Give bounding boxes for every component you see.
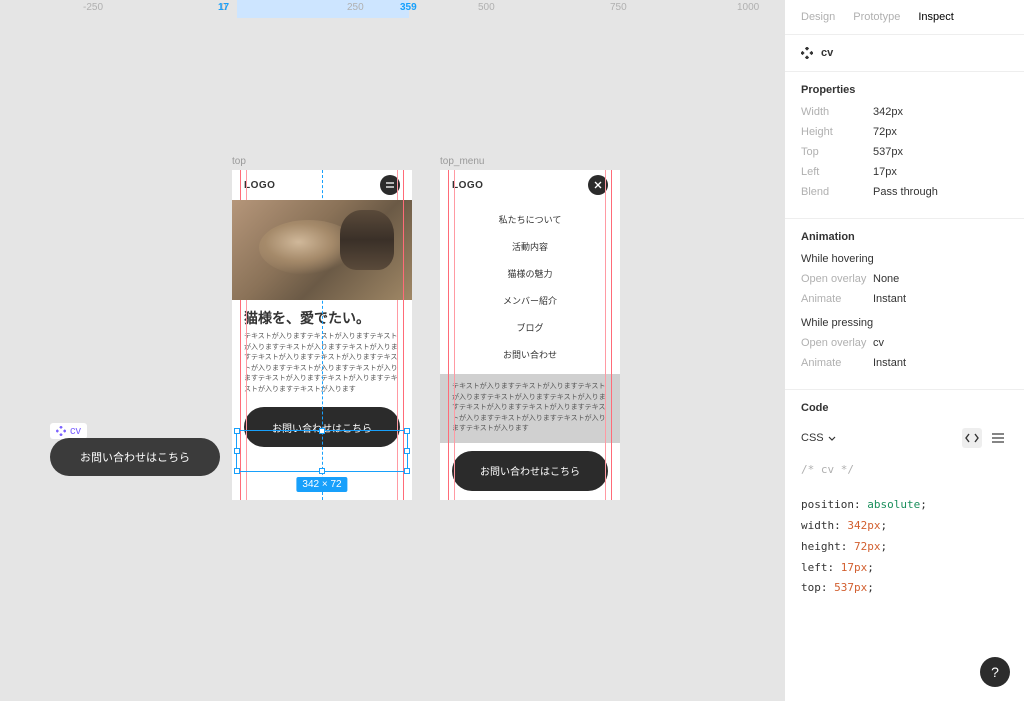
ruler: -250 0 250 500 750 1000 17 359: [0, 0, 784, 18]
animation-subheading: While pressing: [801, 317, 1008, 329]
frame-label[interactable]: top_menu: [440, 156, 484, 167]
section-heading: Code: [801, 402, 1008, 414]
tab-prototype[interactable]: Prototype: [853, 11, 900, 23]
code-lang-value: CSS: [801, 432, 824, 444]
component-label-text: cv: [70, 425, 81, 437]
code-line: position: absolute;: [801, 495, 1008, 516]
menu-item[interactable]: 猫様の魅力: [440, 260, 620, 287]
code-lang-dropdown[interactable]: CSS: [801, 432, 836, 444]
ruler-mark: 250: [347, 2, 364, 13]
code-block[interactable]: /* cv */ position: absolute; width: 342p…: [801, 460, 1008, 599]
prop-key: Open overlay: [801, 337, 873, 349]
cta-label: お問い合わせはこちら: [480, 463, 580, 478]
ruler-mark: 500: [478, 2, 495, 13]
code-view-icon[interactable]: [962, 428, 982, 448]
prop-key: Top: [801, 146, 873, 158]
prop-value[interactable]: None: [873, 273, 899, 285]
frame-top-menu[interactable]: LOGO 私たちについて 活動内容 猫様の魅力 メンバー紹介 ブログ お問い合わ…: [440, 170, 620, 500]
prop-value: Instant: [873, 357, 906, 369]
ruler-mark: 750: [610, 2, 627, 13]
ruler-selection-range: [237, 0, 409, 18]
selection-size-label: 342 × 72: [296, 477, 347, 492]
code-line: height: 72px;: [801, 537, 1008, 558]
menu-list: 私たちについて 活動内容 猫様の魅力 メンバー紹介 ブログ お問い合わせ: [440, 200, 620, 374]
menu-item[interactable]: 活動内容: [440, 233, 620, 260]
component-label[interactable]: cv: [50, 423, 87, 439]
selection-outline[interactable]: 342 × 72: [236, 430, 408, 472]
code-line: left: 17px;: [801, 558, 1008, 579]
prop-value: 342px: [873, 106, 903, 118]
body-text: テキストが入りますテキストが入りますテキストが入りますテキストが入りますテキスト…: [440, 374, 620, 443]
menu-item[interactable]: 私たちについて: [440, 206, 620, 233]
menu-item[interactable]: メンバー紹介: [440, 287, 620, 314]
chevron-down-icon: [828, 436, 836, 441]
ruler-mark: 1000: [737, 2, 759, 13]
animation-subheading: While hovering: [801, 253, 1008, 265]
selected-component-header: cv: [785, 35, 1024, 72]
frame-label[interactable]: top: [232, 156, 246, 167]
panel-tabs: Design Prototype Inspect: [785, 0, 1024, 35]
selected-component-name: cv: [821, 47, 833, 59]
prop-key: Width: [801, 106, 873, 118]
component-icon: [56, 426, 66, 436]
prop-key: Height: [801, 126, 873, 138]
help-icon: ?: [991, 664, 999, 680]
prop-value: Instant: [873, 293, 906, 305]
prop-value: Pass through: [873, 186, 938, 198]
cta-button[interactable]: お問い合わせはこちら: [452, 451, 608, 491]
code-line: top: 537px;: [801, 578, 1008, 599]
menu-item[interactable]: ブログ: [440, 314, 620, 341]
component-icon: [801, 47, 813, 59]
logo-text: LOGO: [244, 180, 275, 191]
menu-item[interactable]: お問い合わせ: [440, 341, 620, 368]
logo-text: LOGO: [452, 180, 483, 191]
ruler-guide-value: 359: [400, 2, 417, 13]
ruler-mark: -250: [83, 2, 103, 13]
prop-value: 72px: [873, 126, 897, 138]
cta-text: お問い合わせはこちら: [80, 449, 190, 465]
tab-design[interactable]: Design: [801, 11, 835, 23]
section-heading: Animation: [801, 231, 1008, 243]
section-heading: Properties: [801, 84, 1008, 96]
help-button[interactable]: ?: [980, 657, 1010, 687]
prop-key: Animate: [801, 293, 873, 305]
ruler-guide-value: 17: [218, 2, 229, 13]
animation-section: Animation While hovering Open overlayNon…: [785, 219, 1024, 390]
code-line: width: 342px;: [801, 516, 1008, 537]
prop-key: Left: [801, 166, 873, 178]
hero-image: [232, 200, 412, 300]
prop-key: Open overlay: [801, 273, 873, 285]
prop-key: Blend: [801, 186, 873, 198]
prop-value[interactable]: cv: [873, 337, 884, 349]
code-line: /* cv */: [801, 460, 1008, 481]
tab-inspect[interactable]: Inspect: [918, 11, 953, 23]
prop-key: Animate: [801, 357, 873, 369]
inspect-panel: Design Prototype Inspect cv Properties W…: [784, 0, 1024, 701]
table-view-icon[interactable]: [988, 428, 1008, 448]
prop-value: 17px: [873, 166, 897, 178]
properties-section: Properties Width342px Height72px Top537p…: [785, 72, 1024, 219]
canvas-area[interactable]: -250 0 250 500 750 1000 17 359 cv お問い合わせ…: [0, 0, 784, 701]
code-section: Code CSS /* cv */ position:: [785, 390, 1024, 611]
prop-value: 537px: [873, 146, 903, 158]
canvas-cv-instance[interactable]: お問い合わせはこちら: [50, 438, 220, 476]
